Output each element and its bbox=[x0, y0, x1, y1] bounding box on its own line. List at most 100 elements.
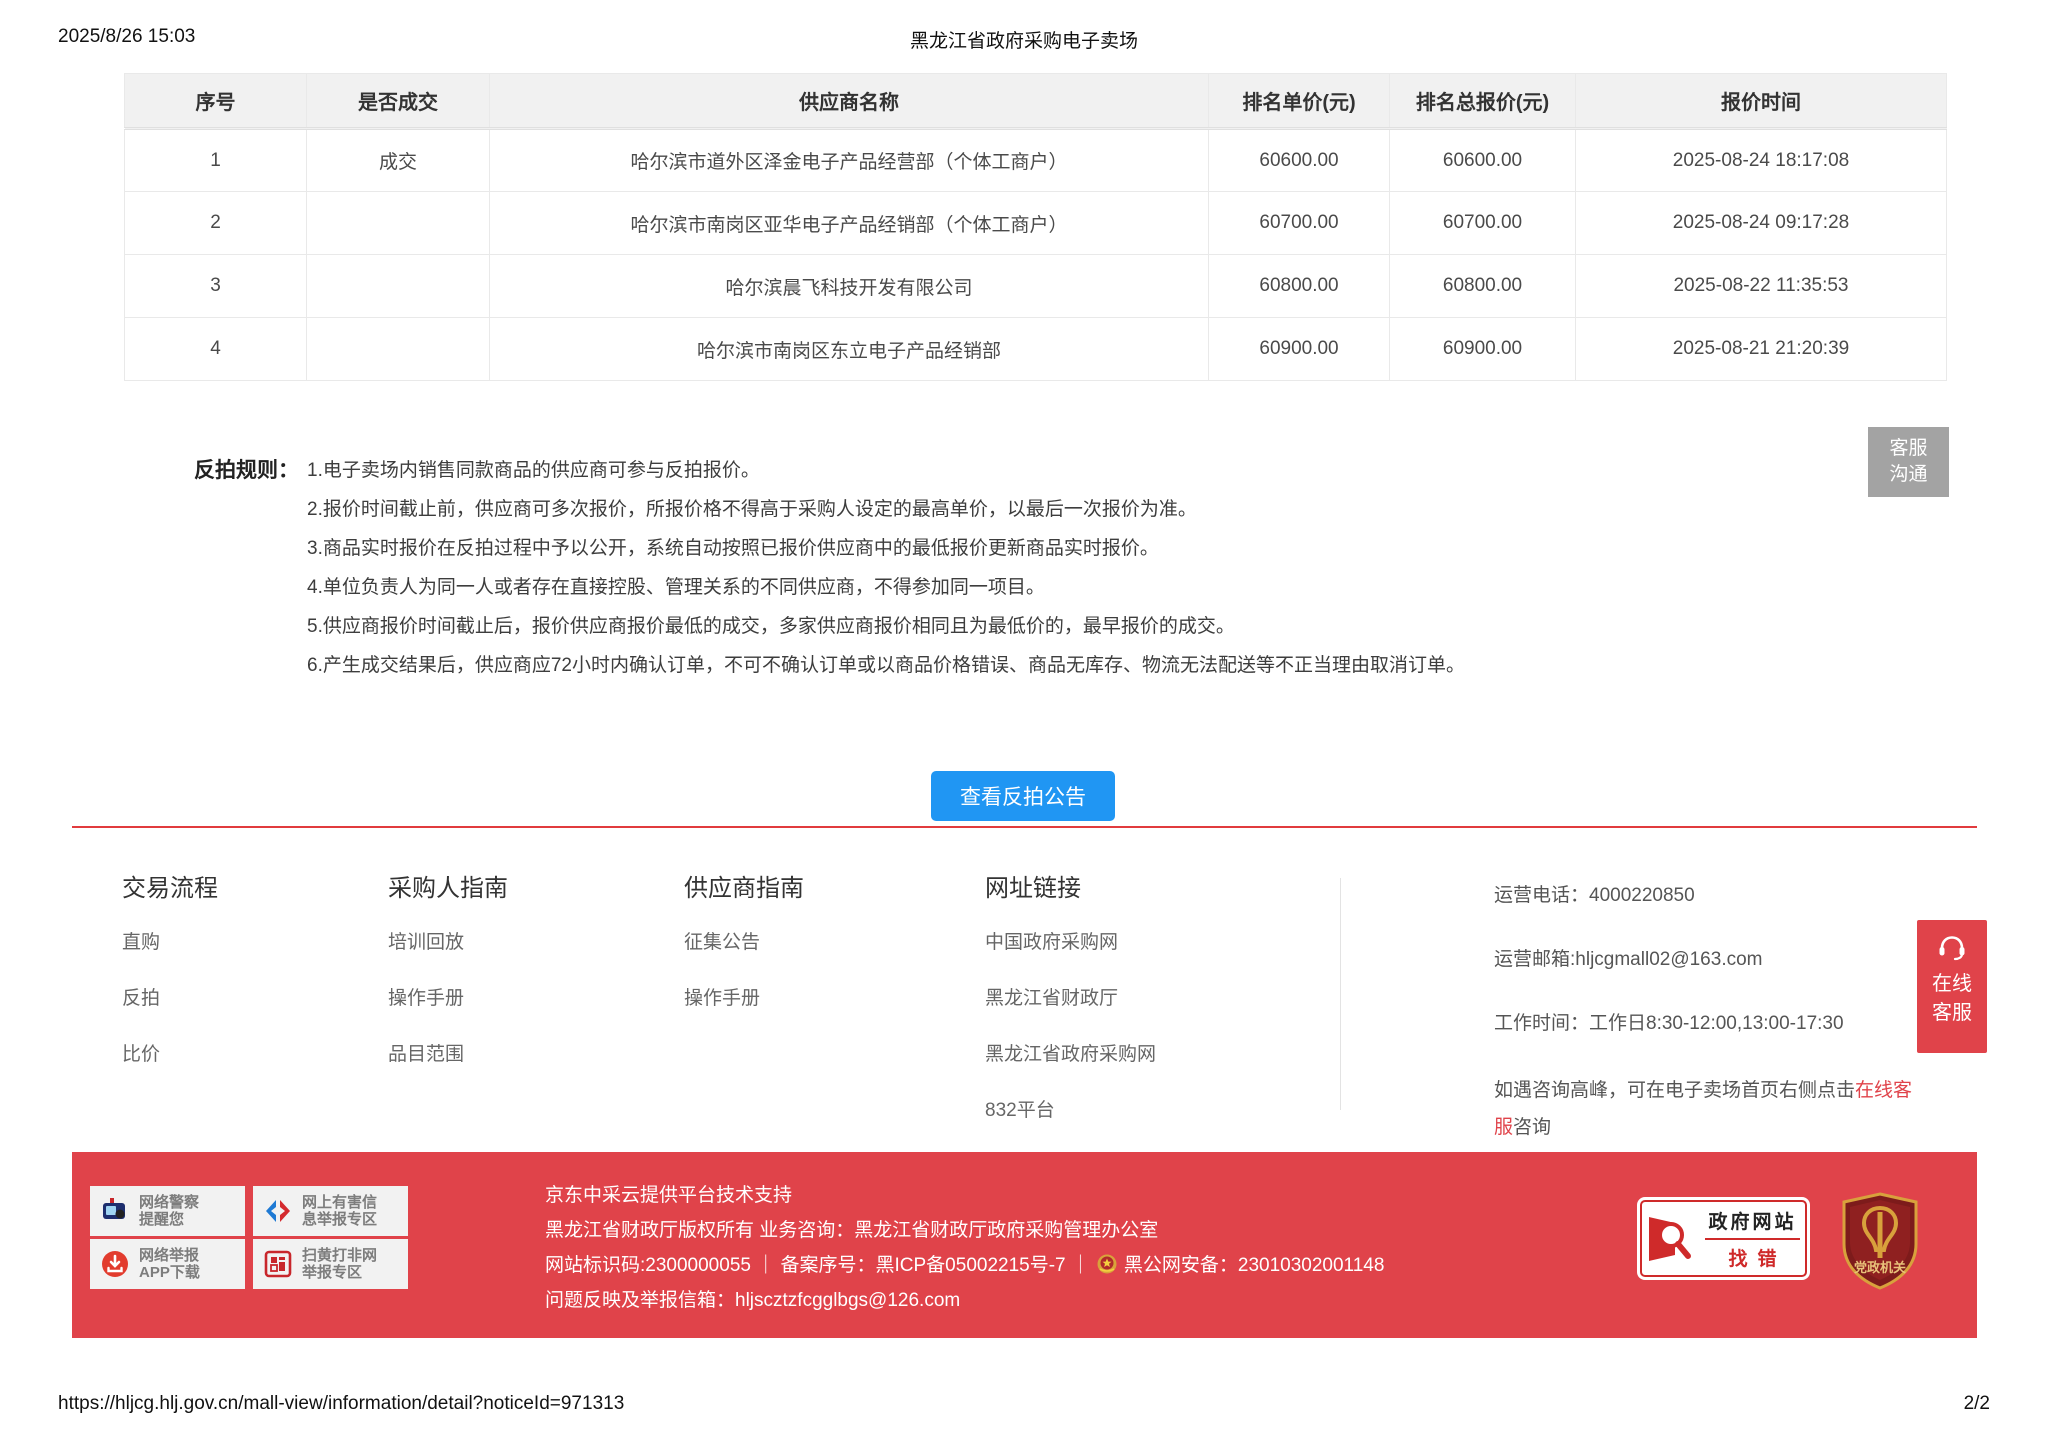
cell-total-price: 60700.00 bbox=[1389, 191, 1576, 255]
cell-unit-price: 60600.00 bbox=[1208, 128, 1390, 192]
nav-link-manual[interactable]: 操作手册 bbox=[388, 983, 508, 1010]
badge-label-line1: 网络警察 bbox=[139, 1194, 200, 1211]
badge-anti-pornography[interactable]: 扫黄打非网 举报专区 bbox=[253, 1239, 408, 1289]
report-badges: 网络警察 提醒您 网上有害信 息举报专区 网络举报 APP下载 扫黄打非网 举报… bbox=[90, 1186, 408, 1289]
cell-deal bbox=[306, 191, 490, 255]
nav-column-supplier-guide: 供应商指南 征集公告 操作手册 bbox=[684, 868, 804, 1039]
nav-link-hlj-procurement[interactable]: 黑龙江省政府采购网 bbox=[985, 1039, 1156, 1066]
cell-no: 2 bbox=[124, 191, 307, 255]
nav-link-category-scope[interactable]: 品目范围 bbox=[388, 1039, 508, 1066]
cell-no: 1 bbox=[124, 128, 307, 192]
cell-unit-price: 60800.00 bbox=[1208, 254, 1390, 318]
col-header-no: 序号 bbox=[124, 73, 307, 130]
cell-quote-time: 2025-08-22 11:35:53 bbox=[1575, 254, 1947, 318]
rules-list: 1.电子卖场内销售同款商品的供应商可参与反拍报价。 2.报价时间截止前，供应商可… bbox=[307, 458, 1465, 692]
customer-service-side-button[interactable]: 客服 沟通 bbox=[1868, 427, 1949, 497]
nav-column-title: 网址链接 bbox=[985, 875, 1081, 902]
cell-total-price: 60600.00 bbox=[1389, 128, 1576, 192]
nav-link-832-platform[interactable]: 832平台 bbox=[985, 1095, 1156, 1122]
col-header-total-price: 排名总报价(元) bbox=[1389, 73, 1576, 130]
badge-label-line2: 提醒您 bbox=[139, 1211, 185, 1228]
rule-item: 2.报价时间截止前，供应商可多次报价，所报价格不得高于采购人设定的最高单价，以最… bbox=[307, 499, 1197, 520]
find-error-label-line2: 找错 bbox=[1728, 1248, 1787, 1270]
badge-harmful-info-report[interactable]: 网上有害信 息举报专区 bbox=[253, 1186, 408, 1236]
nav-link-training-replay[interactable]: 培训回放 bbox=[388, 927, 508, 954]
nav-link-manual[interactable]: 操作手册 bbox=[684, 983, 804, 1010]
cell-deal: 成交 bbox=[306, 128, 490, 192]
cell-supplier: 哈尔滨市南岗区亚华电子产品经销部（个体工商户） bbox=[489, 191, 1209, 255]
quote-table: 序号 是否成交 供应商名称 排名单价(元) 排名总报价(元) 报价时间 1 成交… bbox=[124, 73, 1947, 381]
harmful-info-report-icon bbox=[259, 1192, 297, 1230]
cell-quote-time: 2025-08-21 21:20:39 bbox=[1575, 317, 1947, 381]
footer-site-code: 网站标识码:2300000055 ｜ 备案序号：黑ICP备05002215号-7… bbox=[545, 1255, 1090, 1276]
badge-label-line2: APP下载 bbox=[139, 1264, 200, 1281]
site-footer: 网络警察 提醒您 网上有害信 息举报专区 网络举报 APP下载 扫黄打非网 举报… bbox=[72, 1152, 1977, 1338]
gov-site-find-error-badge[interactable]: 政府网站 找错 bbox=[1637, 1197, 1810, 1280]
nav-column-title: 交易流程 bbox=[122, 875, 218, 902]
cs-side-label-line2: 沟通 bbox=[1889, 464, 1928, 485]
page: 2025/8/26 15:03 黑龙江省政府采购电子卖场 序号 是否成交 供应商… bbox=[0, 0, 2048, 1447]
find-error-magnifier-icon bbox=[1649, 1216, 1691, 1261]
find-error-label-line1: 政府网站 bbox=[1705, 1207, 1800, 1240]
nav-link-direct-purchase[interactable]: 直购 bbox=[122, 927, 218, 954]
nav-link-hlj-finance[interactable]: 黑龙江省财政厅 bbox=[985, 983, 1156, 1010]
col-header-supplier: 供应商名称 bbox=[489, 73, 1209, 130]
nav-column-purchaser-guide: 采购人指南 培训回放 操作手册 品目范围 bbox=[388, 868, 508, 1095]
nav-link-collection-notice[interactable]: 征集公告 bbox=[684, 927, 804, 954]
cs-side-label-line1: 客服 bbox=[1889, 438, 1928, 459]
rule-item: 5.供应商报价时间截止后，报价供应商报价最低的成交，多家供应商报价相同且为最低价… bbox=[307, 616, 1235, 637]
online-float-label-line2: 客服 bbox=[1932, 1002, 1972, 1024]
rule-item: 4.单位负责人为同一人或者存在直接控股、管理关系的不同供应商，不得参加同一项目。 bbox=[307, 577, 1045, 598]
party-shield-label: 党政机关 bbox=[1854, 1260, 1906, 1275]
footer-copyright: 黑龙江省财政厅版权所有 业务咨询：黑龙江省财政厅政府采购管理办公室 bbox=[545, 1220, 1159, 1241]
badge-label-line1: 扫黄打非网 bbox=[302, 1247, 378, 1264]
table-row: 3 哈尔滨晨飞科技开发有限公司 60800.00 60800.00 2025-0… bbox=[124, 254, 1947, 318]
online-float-label-line1: 在线 bbox=[1932, 973, 1972, 995]
badge-cyber-police[interactable]: 网络警察 提醒您 bbox=[90, 1186, 245, 1236]
view-auction-announcement-button[interactable]: 查看反拍公告 bbox=[931, 771, 1115, 821]
nav-link-price-compare[interactable]: 比价 bbox=[122, 1039, 218, 1066]
party-shield-icon: 党政机关 bbox=[1842, 1192, 1918, 1290]
nav-column-title: 供应商指南 bbox=[684, 875, 804, 902]
contact-note-suffix: 咨询 bbox=[1513, 1117, 1552, 1138]
headset-icon bbox=[1939, 936, 1965, 961]
table-header-row: 序号 是否成交 供应商名称 排名单价(元) 排名总报价(元) 报价时间 bbox=[124, 73, 1947, 130]
rule-item: 1.电子卖场内销售同款商品的供应商可参与反拍报价。 bbox=[307, 460, 760, 481]
contact-email: 运营邮箱:hljcgmall02@163.com bbox=[1494, 949, 1763, 970]
footer-text-block: 京东中采云提供平台技术支持 黑龙江省财政厅版权所有 业务咨询：黑龙江省财政厅政府… bbox=[545, 1178, 1384, 1318]
cell-no: 3 bbox=[124, 254, 307, 318]
contact-note-prefix: 如遇咨询高峰，可在电子卖场首页右侧点击 bbox=[1494, 1080, 1856, 1101]
cell-quote-time: 2025-08-24 09:17:28 bbox=[1575, 191, 1947, 255]
badge-label-line2: 举报专区 bbox=[302, 1264, 363, 1281]
auction-rules: 反拍规则： 1.电子卖场内销售同款商品的供应商可参与反拍报价。 2.报价时间截止… bbox=[194, 458, 1465, 692]
party-government-emblem[interactable]: 党政机关 bbox=[1838, 1192, 1922, 1290]
report-app-download-icon bbox=[96, 1245, 134, 1283]
nav-link-ccgp[interactable]: 中国政府采购网 bbox=[985, 927, 1156, 954]
table-row: 4 哈尔滨市南岗区东立电子产品经销部 60900.00 60900.00 202… bbox=[124, 317, 1947, 381]
cell-unit-price: 60700.00 bbox=[1208, 191, 1390, 255]
anti-pornography-seal-icon bbox=[259, 1245, 297, 1283]
public-security-emblem-icon bbox=[1097, 1254, 1117, 1274]
contact-phone: 运营电话：4000220850 bbox=[1494, 885, 1695, 906]
badge-label-line1: 网上有害信 bbox=[302, 1194, 378, 1211]
rules-label: 反拍规则： bbox=[194, 459, 299, 482]
print-page-number: 2/2 bbox=[1963, 1393, 1990, 1414]
rule-item: 6.产生成交结果后，供应商应72小时内确认订单，不可不确认订单或以商品价格错误、… bbox=[307, 655, 1465, 676]
nav-column-url-links: 网址链接 中国政府采购网 黑龙江省财政厅 黑龙江省政府采购网 832平台 bbox=[985, 868, 1156, 1151]
cell-deal bbox=[306, 317, 490, 381]
badge-label-line1: 网络举报 bbox=[139, 1247, 200, 1264]
col-header-deal: 是否成交 bbox=[306, 73, 490, 130]
nav-link-reverse-auction[interactable]: 反拍 bbox=[122, 983, 218, 1010]
cell-supplier: 哈尔滨市道外区泽金电子产品经营部（个体工商户） bbox=[489, 128, 1209, 192]
badge-label-line2: 息举报专区 bbox=[302, 1211, 378, 1228]
cell-quote-time: 2025-08-24 18:17:08 bbox=[1575, 128, 1947, 192]
contact-note: 如遇咨询高峰，可在电子卖场首页右侧点击在线客服咨询 bbox=[1494, 1072, 1924, 1146]
contact-hours: 工作时间：工作日8:30-12:00,13:00-17:30 bbox=[1494, 1013, 1844, 1034]
footer-police-record: 黑公网安备：23010302001148 bbox=[1123, 1255, 1385, 1276]
cell-supplier: 哈尔滨晨飞科技开发有限公司 bbox=[489, 254, 1209, 318]
online-service-float-button[interactable]: 在线 客服 bbox=[1917, 920, 1987, 1053]
badge-report-app-download[interactable]: 网络举报 APP下载 bbox=[90, 1239, 245, 1289]
cell-supplier: 哈尔滨市南岗区东立电子产品经销部 bbox=[489, 317, 1209, 381]
col-header-unit-price: 排名单价(元) bbox=[1208, 73, 1390, 130]
vertical-divider bbox=[1340, 878, 1341, 1110]
